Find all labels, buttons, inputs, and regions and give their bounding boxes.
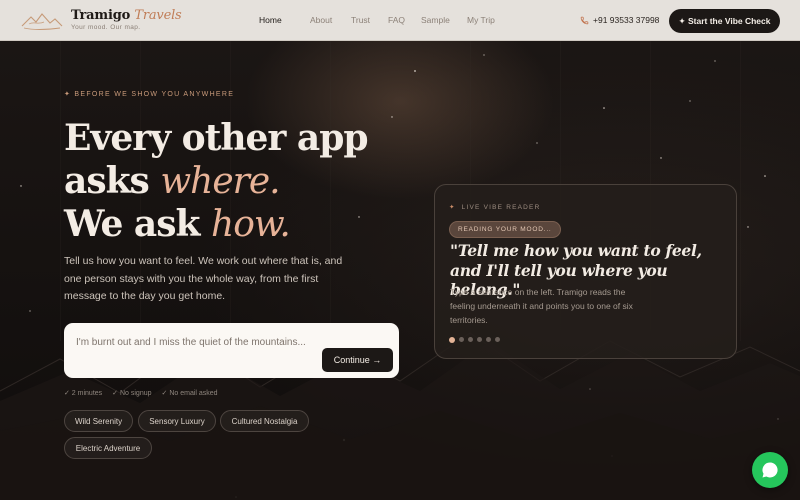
chip-cultured-nostalgia[interactable]: Cultured Nostalgia xyxy=(220,410,309,432)
whatsapp-chat-button[interactable] xyxy=(752,452,788,488)
whatsapp-icon xyxy=(762,462,778,478)
logo-mountain-icon xyxy=(21,13,63,30)
brand-logo[interactable]: Tramigo Travels Your mood. Our map. xyxy=(20,8,182,32)
carousel-dots xyxy=(449,336,504,343)
nav-link-my-trip[interactable]: My Trip xyxy=(467,15,495,25)
hero-headline: Every other app asks where. We ask how. xyxy=(64,117,404,246)
carousel-dot[interactable] xyxy=(477,337,482,342)
chip-wild-serenity[interactable]: Wild Serenity xyxy=(64,410,133,432)
nav-link-trust[interactable]: Trust xyxy=(351,15,388,25)
hero-lead: Tell us how you want to feel. We work ou… xyxy=(64,255,343,302)
mood-input-card: I'm burnt out and I miss the quiet of th… xyxy=(64,323,399,378)
brand-tagline: Your mood. Our map. xyxy=(71,23,141,31)
carousel-dot[interactable] xyxy=(449,336,455,343)
headline-line-1: Every other app xyxy=(64,117,369,159)
vibe-description: Type a sentence on the left. Tramigo rea… xyxy=(450,287,633,325)
headline-line-2: asks where. xyxy=(64,160,281,202)
carousel-dot[interactable] xyxy=(459,337,464,342)
carousel-dot[interactable] xyxy=(495,337,500,342)
reading-mood-badge: READING YOUR MOOD... xyxy=(449,221,561,238)
brand-name: Tramigo Travels xyxy=(71,7,182,23)
carousel-dot[interactable] xyxy=(468,337,473,342)
hero-eyebrow: ✦ BEFORE WE SHOW YOU ANYWHERE xyxy=(64,91,235,98)
mood-input[interactable]: I'm burnt out and I miss the quiet of th… xyxy=(76,337,306,348)
phone-link[interactable]: +91 93533 37998 xyxy=(580,15,659,25)
chip-sensory-luxury[interactable]: Sensory Luxury xyxy=(138,410,216,432)
live-vibe-reader-card: ✦ LIVE VIBE READER READING YOUR MOOD... … xyxy=(434,184,737,359)
top-nav: Tramigo Travels Your mood. Our map. Home… xyxy=(0,0,800,41)
phone-icon xyxy=(580,16,589,24)
phone-number: +91 93533 37998 xyxy=(593,15,660,25)
reassurance-list: ✓ 2 minutes ✓ No signup ✓ No email asked xyxy=(64,389,228,397)
nav-links: Home About Trust FAQ Sample My Trip xyxy=(259,15,495,25)
continue-button[interactable]: Continue → xyxy=(322,348,393,372)
vibe-card-eyebrow: ✦ LIVE VIBE READER xyxy=(449,204,541,211)
check-item: ✓ 2 minutes xyxy=(64,390,103,397)
check-item: ✓ No email asked xyxy=(161,390,218,397)
nav-link-sample[interactable]: Sample xyxy=(421,15,467,25)
nav-link-about[interactable]: About xyxy=(310,15,351,25)
headline-line-3: We ask how. xyxy=(64,203,291,245)
nav-link-home[interactable]: Home xyxy=(259,15,310,25)
carousel-dot[interactable] xyxy=(486,337,491,342)
start-vibe-check-button[interactable]: ✦ Start the Vibe Check xyxy=(669,9,780,33)
nav-link-faq[interactable]: FAQ xyxy=(388,15,421,25)
check-item: ✓ No signup xyxy=(112,390,152,397)
chip-electric-adventure[interactable]: Electric Adventure xyxy=(64,437,152,459)
